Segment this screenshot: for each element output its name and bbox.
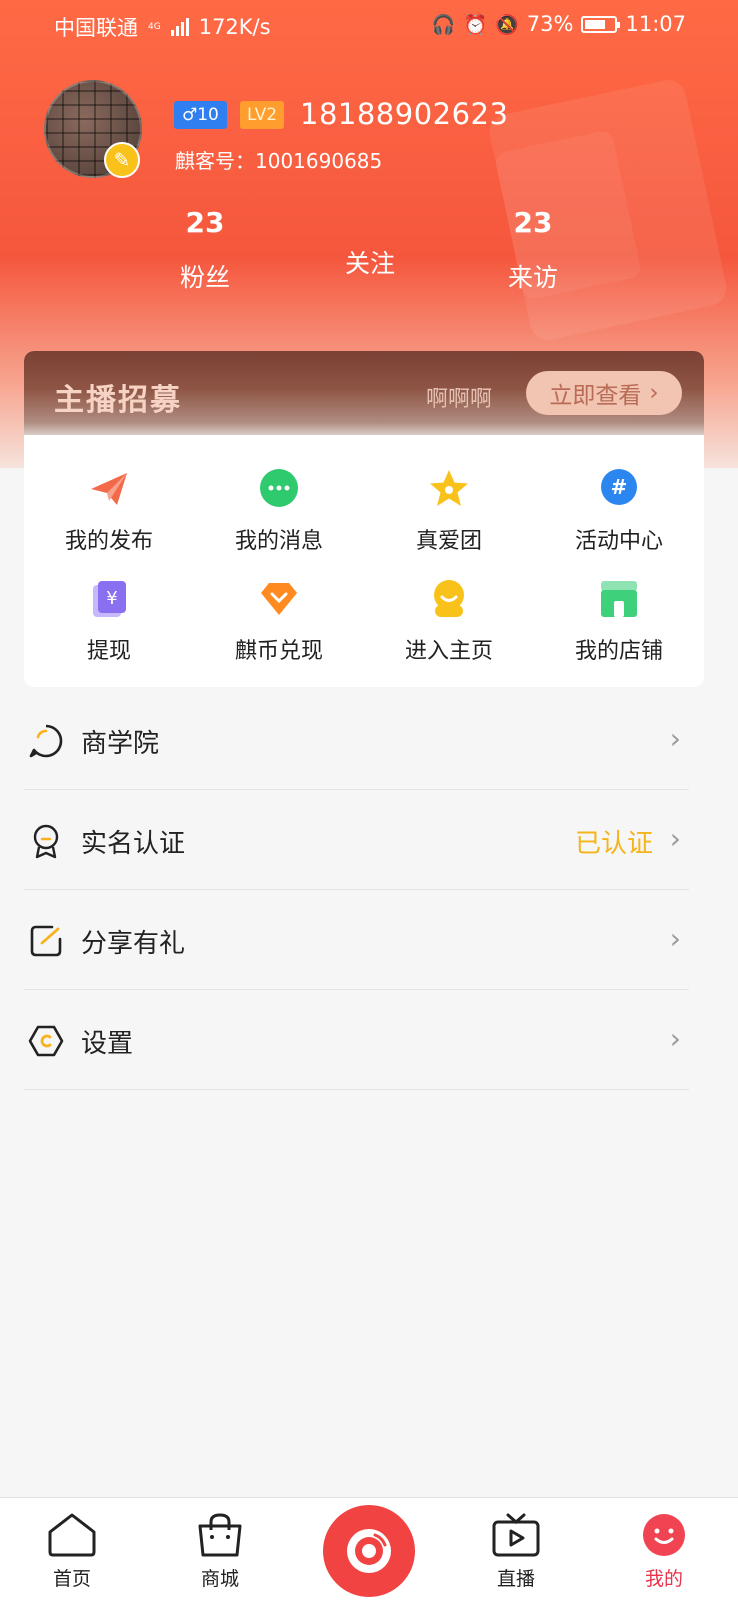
alarm-icon: ⏰ (463, 13, 488, 36)
tab-label: 直播 (496, 1568, 535, 1590)
grid-item-my-posts[interactable]: 我的发布 (24, 467, 194, 555)
tab-mine[interactable]: 我的 (614, 1512, 714, 1591)
profile-face-icon (643, 1514, 685, 1556)
mute-bell-icon: 🔕 (495, 13, 519, 36)
recruit-title: 主播招募 (54, 383, 182, 418)
svg-text:#: # (611, 475, 628, 499)
star-icon (430, 470, 468, 506)
visit-stat[interactable]: 23 来访 (473, 206, 593, 294)
grid-item-withdraw[interactable]: ¥ 提现 (24, 577, 194, 665)
fans-count: 23 (185, 206, 225, 239)
chevron-right-icon: › (669, 922, 681, 955)
center-live-button[interactable] (323, 1505, 415, 1597)
yuan-card-icon: ¥ (93, 581, 126, 617)
menu-item-business-school[interactable]: 商学院 › (24, 690, 689, 790)
tab-live[interactable]: 直播 (466, 1512, 566, 1591)
grid-item-label: 提现 (86, 639, 131, 664)
tab-label: 首页 (52, 1568, 91, 1590)
grid-item-label: 我的消息 (234, 529, 323, 554)
menu-item-settings[interactable]: 设置 › (24, 990, 689, 1090)
grid-item-label: 我的店铺 (574, 639, 663, 664)
medal-icon (33, 824, 59, 859)
grid-item-label: 进入主页 (404, 639, 493, 664)
tab-mall[interactable]: 商城 (170, 1512, 270, 1591)
visit-label: 来访 (507, 263, 558, 292)
battery-icon (581, 15, 621, 33)
menu-item-label: 实名认证 (81, 829, 186, 859)
grid-item-enter-homepage[interactable]: 进入主页 (364, 577, 534, 665)
paper-plane-icon (91, 473, 127, 505)
fans-label: 粉丝 (179, 263, 230, 292)
smiley-face-icon (434, 580, 464, 617)
signal-icon (170, 18, 189, 36)
hex-gear-icon (28, 1025, 64, 1057)
svg-text:¥: ¥ (106, 588, 117, 609)
carrier-label: 中国联通 (54, 16, 138, 40)
tab-label: 我的 (644, 1568, 683, 1590)
grid-item-my-messages[interactable]: 我的消息 (194, 467, 364, 555)
pencil-icon[interactable]: ✎ (104, 142, 140, 178)
grid-item-label: 活动中心 (574, 529, 663, 554)
network-type-icon: 4G (148, 21, 161, 32)
grid-item-coin-exchange[interactable]: 麒币兑现 (194, 577, 364, 665)
diamond-icon (261, 583, 297, 615)
user-phone: 18188902623 (300, 97, 509, 131)
follow-label: 关注 (344, 249, 395, 278)
tab-home[interactable]: 首页 (22, 1512, 122, 1591)
chevron-right-icon: › (669, 722, 681, 755)
menu-item-share-gift[interactable]: 分享有礼 › (24, 890, 689, 990)
grid-item-label: 真爱团 (415, 529, 482, 554)
feature-card: 主播招募 啊啊啊 立即查看 › 我的发布 我的消息 真爱团 # 活动中心 ¥ 提… (24, 351, 704, 687)
battery-percent: 73% (526, 12, 574, 36)
gender-level-badge: ♂10 (174, 101, 227, 129)
visit-count: 23 (513, 206, 553, 239)
user-level-badge: LV2 (240, 101, 285, 129)
view-now-button[interactable]: 立即查看 › (526, 371, 682, 415)
clock: 11:07 (625, 12, 686, 36)
tv-play-icon (492, 1513, 540, 1557)
chevron-right-icon: › (669, 1022, 681, 1055)
chevron-right-icon: › (649, 380, 659, 406)
menu-list: 商学院 › 实名认证 已认证 › 分享有礼 › 设置 › (24, 690, 689, 1090)
chat-bubble-icon (260, 469, 298, 507)
follow-stat[interactable]: 关注 (310, 228, 430, 280)
headset-icon: 🎧 (431, 13, 456, 36)
menu-item-label: 设置 (81, 1029, 134, 1059)
menu-item-label: 商学院 (81, 729, 160, 759)
shopping-bag-icon (198, 1513, 242, 1557)
share-edit-icon (30, 925, 62, 957)
feature-grid: 我的发布 我的消息 真爱团 # 活动中心 ¥ 提现 麒币兑现 进入主页 我的店铺 (24, 435, 704, 687)
grid-item-my-store[interactable]: 我的店铺 (534, 577, 704, 665)
hashtag-icon: # (601, 469, 637, 505)
network-speed: 172K/s (198, 15, 271, 39)
view-now-label: 立即查看 (549, 383, 642, 409)
anchor-recruit-banner[interactable]: 主播招募 啊啊啊 立即查看 › (24, 351, 704, 435)
camera-eye-icon (347, 1529, 391, 1573)
recruit-subtitle: 啊啊啊 (426, 387, 493, 412)
grid-item-activity-center[interactable]: # 活动中心 (534, 467, 704, 555)
home-icon (48, 1513, 96, 1557)
school-bubble-icon (29, 724, 63, 758)
grid-item-fan-club[interactable]: 真爱团 (364, 467, 534, 555)
grid-item-label: 麒币兑现 (234, 639, 323, 664)
menu-item-label: 分享有礼 (81, 929, 186, 959)
chevron-right-icon: › (669, 822, 681, 855)
user-id: 麒客号：1001690685 (175, 149, 383, 173)
storefront-icon (601, 581, 637, 617)
status-bar: 中国联通 4G 172K/s 🎧 ⏰ 🔕 73% 11:07 (0, 0, 738, 52)
tab-label: 商城 (200, 1568, 239, 1590)
fans-stat[interactable]: 23 粉丝 (145, 206, 265, 294)
verified-status: 已认证 (574, 829, 653, 859)
grid-item-label: 我的发布 (64, 529, 153, 554)
menu-item-real-name-auth[interactable]: 实名认证 已认证 › (24, 790, 689, 890)
